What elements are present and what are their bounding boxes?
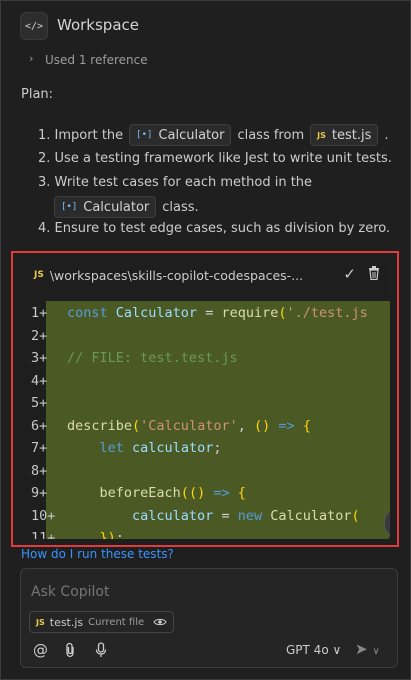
code-text: const Calculator = require('./test.js — [67, 305, 368, 321]
plan-step-3-cont: [•] Calculator class. — [48, 196, 199, 218]
mention-at-icon[interactable]: @ — [33, 641, 48, 659]
code-line: 11+ }); — [24, 527, 390, 539]
ask-copilot-input[interactable] — [29, 583, 373, 601]
send-icon: ➤ — [355, 640, 368, 658]
code-text: }); — [99, 530, 124, 539]
js-file-icon: JS — [34, 270, 44, 280]
class-icon: [•] — [136, 130, 153, 140]
class-icon: [•] — [61, 202, 78, 212]
send-button[interactable]: ➤ ∨ — [355, 640, 380, 658]
code-line: 2+ — [24, 325, 390, 347]
workspace-title: Workspace — [57, 16, 139, 34]
chevron-down-icon: ∨ — [372, 646, 380, 657]
line-number: 5+ — [31, 395, 48, 411]
apply-check-icon[interactable]: ✓ — [343, 265, 356, 283]
plan-step-4: 4. Ensure to test edge cases, such as di… — [38, 221, 391, 236]
js-file-icon: JS — [36, 617, 45, 627]
current-file-chip[interactable]: JS test.js Current file — [29, 611, 175, 633]
chat-composer: JS test.js Current file @ GPT 4o ∨ ➤ ∨ — [20, 568, 398, 668]
line-number: 8+ — [31, 462, 48, 479]
code-line: 4+ — [24, 370, 390, 392]
chevron-down-icon: ∨ — [332, 643, 342, 657]
model-picker[interactable]: GPT 4o ∨ — [286, 643, 341, 657]
code-line: 3+ // FILE: test.test.js — [24, 347, 390, 369]
code-block-header: JS \workspaces\skills-copilot-codespaces… — [24, 261, 390, 289]
code-line: 7+ let calculator; — [24, 437, 390, 459]
plan-step-2: 2. Use a testing framework like Jest to … — [38, 151, 392, 166]
microphone-icon[interactable] — [95, 642, 107, 658]
code-text: let calculator; — [99, 440, 222, 456]
attach-paperclip-icon[interactable] — [64, 642, 76, 658]
used-reference-toggle[interactable]: Used 1 reference — [45, 53, 148, 67]
line-number: 3+ — [31, 350, 48, 366]
code-line: 5+ — [24, 392, 390, 414]
code-text: calculator = new Calculator( — [132, 507, 360, 524]
calculator-class-chip[interactable]: [•] Calculator — [129, 124, 232, 146]
suggested-followup-link[interactable]: How do I run these tests? — [21, 547, 174, 561]
code-suggestion-highlight: JS \workspaces\skills-copilot-codespaces… — [11, 251, 399, 547]
line-number: 2+ — [31, 327, 48, 344]
code-line: 9+ beforeEach(() => { — [24, 482, 390, 504]
eye-icon[interactable] — [153, 617, 167, 627]
line-number: 11+ — [31, 530, 56, 539]
line-number: 4+ — [31, 372, 48, 389]
code-line: 1+ const Calculator = require('./test.js — [24, 302, 390, 324]
code-brackets-icon: </> — [20, 12, 48, 40]
code-text: // FILE: test.test.js — [67, 350, 238, 366]
line-number: 6+ — [31, 417, 48, 434]
line-number: 1+ — [31, 305, 48, 321]
line-number: 10+ — [31, 507, 56, 524]
code-block: JS \workspaces\skills-copilot-codespaces… — [24, 261, 390, 539]
plan-step-3: 3. Write test cases for each method in t… — [38, 175, 313, 190]
code-line: 8+ — [24, 460, 390, 482]
calculator-class-chip-2[interactable]: [•] Calculator — [54, 196, 157, 218]
code-line: 10+ calculator = new Calculator( — [24, 505, 390, 527]
js-file-icon: JS — [317, 130, 326, 140]
chevron-right-icon[interactable]: › — [29, 52, 33, 65]
plan-label: Plan: — [21, 87, 54, 102]
test-js-file-chip[interactable]: JS test.js — [310, 124, 379, 146]
line-number: 7+ — [31, 440, 48, 456]
code-file-path[interactable]: \workspaces\skills-copilot-codespaces-..… — [50, 268, 326, 283]
code-text: beforeEach(() => { — [99, 485, 246, 501]
plan-step-1: 1. Import the [•] Calculator class from J… — [38, 124, 389, 146]
code-text: describe('Calculator', () => { — [67, 417, 311, 434]
code-line: 6+ describe('Calculator', () => { — [24, 415, 390, 437]
line-number: 9+ — [31, 485, 48, 501]
discard-trash-icon[interactable] — [368, 266, 380, 280]
